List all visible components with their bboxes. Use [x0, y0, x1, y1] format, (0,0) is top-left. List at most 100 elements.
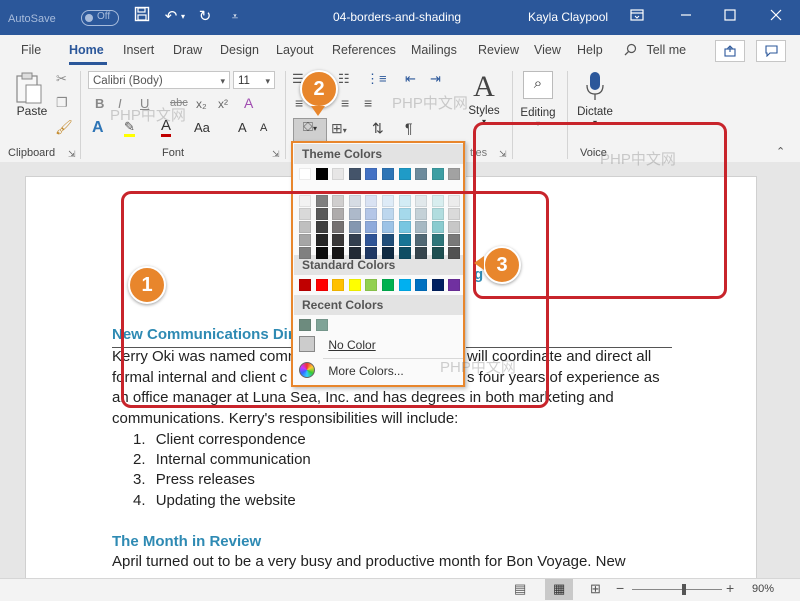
font-name-value: Calibri (Body): [93, 75, 163, 87]
clear-formatting-icon[interactable]: A: [244, 95, 253, 111]
zoom-slider-thumb[interactable]: [682, 584, 687, 595]
tab-layout[interactable]: Layout: [276, 43, 314, 57]
list-item: 4. Updating the website: [133, 492, 296, 509]
customize-quick-access-icon[interactable]: ⩡: [224, 6, 246, 28]
comments-button[interactable]: [756, 40, 786, 62]
sort-icon[interactable]: ⇅: [372, 120, 384, 137]
tell-me-label: Tell me: [646, 43, 687, 57]
change-case-button[interactable]: Aa: [194, 120, 210, 135]
tab-help[interactable]: Help: [577, 43, 603, 57]
subscript-button[interactable]: x₂: [196, 97, 207, 111]
microphone-icon: [586, 72, 604, 100]
font-name-box[interactable]: Calibri (Body) ▾: [88, 71, 230, 89]
zoom-level[interactable]: 90%: [752, 583, 774, 595]
separator: [80, 71, 81, 159]
find-icon: ⌕: [523, 71, 553, 99]
read-mode-icon[interactable]: ▤: [514, 581, 526, 597]
autosave-knob: [85, 14, 93, 22]
watermark: PHP中文网: [440, 359, 516, 376]
font-size-value: 11: [238, 75, 250, 87]
chevron-down-icon: ▾: [342, 126, 347, 135]
copy-icon[interactable]: ❐: [56, 95, 68, 111]
list-item: 1. Client correspondence: [133, 431, 306, 448]
maximize-icon[interactable]: [719, 6, 741, 28]
cut-icon[interactable]: ✂: [56, 71, 67, 87]
list-text: Updating the website: [155, 492, 296, 509]
superscript-button[interactable]: x²: [218, 97, 228, 111]
share-button[interactable]: [715, 40, 745, 62]
paragraph-line: communications. Kerry's responsibilities…: [112, 410, 459, 427]
multilevel-list-icon[interactable]: ⋮≡: [366, 71, 387, 87]
list-number: 1.: [133, 431, 146, 448]
user-name[interactable]: Kayla Claypool: [528, 10, 608, 24]
paragraph-line: April turned out to be a very busy and p…: [112, 553, 626, 570]
paste-label: Paste: [16, 104, 48, 118]
callout-3-pointer: [474, 256, 484, 270]
align-right-icon[interactable]: ≡: [341, 95, 349, 111]
zoom-in-icon[interactable]: +: [726, 580, 734, 596]
tab-references[interactable]: References: [332, 43, 396, 57]
callout-badge-2: 2: [300, 70, 338, 108]
tab-mailings[interactable]: Mailings: [411, 43, 457, 57]
list-item: 3. Press releases: [133, 471, 255, 488]
tab-file[interactable]: File: [21, 43, 41, 57]
chevron-down-icon: ▾: [312, 124, 317, 133]
font-group-label: Font: [162, 147, 185, 159]
font-size-box[interactable]: 11 ▾: [233, 71, 275, 89]
redo-icon[interactable]: ↻: [194, 6, 216, 28]
zoom-slider-track[interactable]: [632, 589, 722, 590]
tab-review[interactable]: Review: [478, 43, 519, 57]
close-icon[interactable]: [765, 6, 787, 28]
zoom-out-icon[interactable]: −: [616, 580, 624, 596]
styles-icon: A: [473, 70, 495, 103]
collapse-ribbon-icon[interactable]: ⌃: [776, 145, 785, 158]
list-item: 2. Internal communication: [133, 451, 311, 468]
chevron-down-icon: ▾: [265, 76, 270, 86]
show-formatting-marks-icon[interactable]: ¶: [405, 120, 413, 136]
tell-me-search[interactable]: Tell me: [624, 43, 686, 57]
list-text: Internal communication: [155, 451, 311, 468]
watermark: PHP中文网: [392, 95, 468, 112]
bold-button[interactable]: B: [95, 96, 104, 111]
grow-font-icon[interactable]: A: [238, 120, 247, 135]
shading-bucket-icon: ⛋: [303, 119, 313, 134]
editing-label: Editing: [520, 107, 556, 119]
chevron-down-icon: ▾: [220, 76, 225, 86]
ribbon-display-icon[interactable]: [626, 6, 648, 28]
undo-dropdown-icon[interactable]: ▾: [178, 6, 188, 28]
autosave-switch[interactable]: Off: [81, 10, 119, 26]
callout-2-pointer: [311, 106, 325, 116]
list-number: 3.: [133, 471, 146, 488]
tab-insert[interactable]: Insert: [123, 43, 154, 57]
web-layout-icon[interactable]: ⊞: [590, 581, 601, 597]
shrink-font-icon[interactable]: A: [260, 122, 267, 134]
paste-button[interactable]: Paste: [14, 71, 50, 123]
clipboard-group-label: Clipboard: [8, 147, 56, 159]
justify-icon[interactable]: ≡: [364, 95, 372, 111]
watermark: PHP中文网: [110, 107, 186, 124]
tab-home[interactable]: Home: [69, 43, 104, 57]
watermark: PHP中文网: [600, 151, 676, 168]
increase-indent-icon[interactable]: ⇥: [430, 71, 441, 87]
tab-view[interactable]: View: [534, 43, 561, 57]
minimize-icon[interactable]: [675, 6, 697, 28]
shading-button[interactable]: ⛋▾: [293, 118, 327, 142]
numbering-icon[interactable]: ☷: [338, 71, 350, 87]
save-icon[interactable]: [131, 6, 153, 28]
print-layout-icon: ▦: [553, 581, 566, 596]
styles-label: Styles: [468, 105, 500, 117]
borders-button[interactable]: ⊞▾: [331, 120, 347, 137]
format-painter-icon[interactable]: 🖌: [55, 119, 73, 136]
tab-design[interactable]: Design: [220, 43, 259, 57]
heading-2[interactable]: The Month in Review: [112, 533, 261, 550]
autosave-toggle[interactable]: AutoSave: [8, 10, 56, 25]
autosave-label: AutoSave: [8, 13, 56, 25]
list-number: 2.: [133, 451, 146, 468]
dictate-label: Dictate: [577, 106, 613, 118]
list-text: Client correspondence: [155, 431, 306, 448]
decrease-indent-icon[interactable]: ⇤: [405, 71, 416, 87]
clipboard-launcher-icon[interactable]: ⇲: [68, 149, 76, 160]
font-launcher-icon[interactable]: ⇲: [272, 149, 280, 160]
tab-draw[interactable]: Draw: [173, 43, 202, 57]
text-effects-button[interactable]: A: [92, 119, 104, 137]
